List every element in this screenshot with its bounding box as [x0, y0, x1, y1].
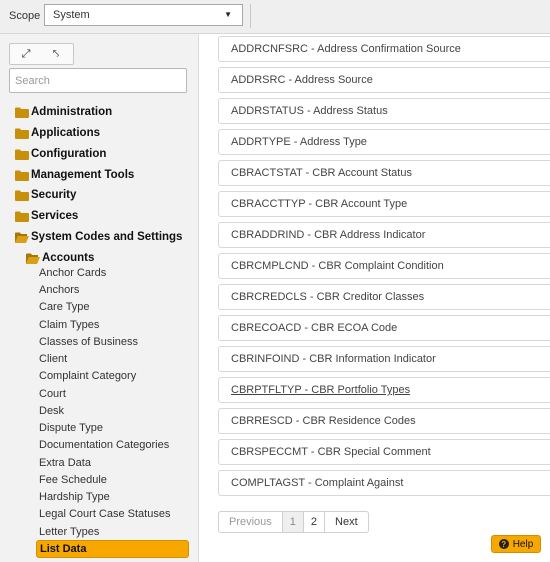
folder-label: Management Tools [31, 169, 135, 181]
tree-item-letter-types[interactable]: Letter Types [39, 526, 99, 538]
tree-item-documentation-categories[interactable]: Documentation Categories [39, 439, 169, 451]
list-item[interactable]: CBRCMPLCND - CBR Complaint Condition [218, 253, 550, 279]
folder-label: Services [31, 210, 79, 222]
tree-item-hardship-type[interactable]: Hardship Type [39, 491, 110, 503]
tree-folder-system-codes[interactable]: System Codes and Settings [15, 229, 182, 245]
folder-label: Administration [31, 106, 113, 118]
list-item[interactable]: CBRECOACD - CBR ECOA Code [218, 315, 550, 341]
question-icon: ? [498, 539, 509, 549]
list-item[interactable]: ADDRTYPE - Address Type [218, 129, 550, 155]
tree-folder-security[interactable]: Security [15, 187, 76, 203]
folder-icon [15, 149, 29, 160]
folder-label: Applications [31, 127, 101, 139]
tree-item-legal-court-case-statuses[interactable]: Legal Court Case Statuses [39, 508, 170, 520]
page-1-button[interactable]: 1 [282, 512, 304, 532]
folder-label: System Codes and Settings [31, 231, 183, 243]
scope-label: Scope [9, 10, 41, 22]
folder-icon [15, 190, 29, 201]
list-item-hovered[interactable]: CBRPTFLTYP - CBR Portfolio Types [218, 377, 550, 403]
list-item[interactable]: CBRRESCD - CBR Residence Codes [218, 408, 550, 434]
tree-item-list-data[interactable]: List Data [36, 540, 189, 558]
help-button[interactable]: ? Help [491, 535, 541, 553]
tree-item-anchors[interactable]: Anchors [39, 284, 79, 296]
list-item[interactable]: ADDRSTATUS - Address Status [218, 98, 550, 124]
tree-folder-accounts[interactable]: Accounts [26, 250, 94, 266]
list-item[interactable]: CBRSPECCMT - CBR Special Comment [218, 439, 550, 465]
page-2-button[interactable]: 2 [304, 512, 326, 532]
folder-icon [15, 128, 29, 139]
tree-item-extra-data[interactable]: Extra Data [39, 457, 91, 469]
list-item[interactable]: CBRACTSTAT - CBR Account Status [218, 160, 550, 186]
list-item[interactable]: ADDRSRC - Address Source [218, 67, 550, 93]
tree-folder-applications[interactable]: Applications [15, 125, 100, 141]
list-item[interactable]: COMPLTAGST - Complaint Against [218, 470, 550, 496]
pagination: Previous 1 2 Next [218, 511, 369, 533]
previous-page-button[interactable]: Previous [219, 512, 283, 532]
list-item[interactable]: CBRADDRIND - CBR Address Indicator [218, 222, 550, 248]
tree-folder-administration[interactable]: Administration [15, 104, 112, 120]
search-input[interactable] [9, 68, 187, 93]
tree-item-anchor-cards[interactable]: Anchor Cards [39, 267, 106, 279]
tree-toolbar: ⤢ ⤣ [9, 43, 74, 65]
folder-open-icon [26, 253, 40, 264]
folder-label: Configuration [31, 148, 107, 160]
folder-icon [15, 211, 29, 222]
next-page-button[interactable]: Next [325, 512, 368, 532]
divider [250, 4, 251, 28]
folder-label: Accounts [42, 252, 95, 264]
folder-icon [15, 107, 29, 118]
list-item[interactable]: ADDRCNFSRC - Address Confirmation Source [218, 36, 550, 62]
navigation-panel: ⤢ ⤣ Administration Applications Configur… [0, 34, 199, 562]
tree-item-client[interactable]: Client [39, 353, 67, 365]
help-label: Help [512, 538, 534, 550]
tree-item-fee-schedule[interactable]: Fee Schedule [39, 474, 107, 486]
tree-item-court[interactable]: Court [39, 388, 66, 400]
collapse-all-icon[interactable]: ⤣ [48, 47, 64, 61]
tree-item-complaint-category[interactable]: Complaint Category [39, 370, 136, 382]
folder-label: Security [31, 189, 77, 201]
scope-select[interactable]: System ▼ [44, 4, 243, 26]
expand-all-icon[interactable]: ⤢ [18, 47, 34, 61]
tree-folder-management-tools[interactable]: Management Tools [15, 167, 134, 183]
scope-bar: Scope System ▼ [0, 0, 550, 34]
tree-folder-configuration[interactable]: Configuration [15, 146, 106, 162]
scope-value: System [53, 9, 90, 21]
tree-item-claim-types[interactable]: Claim Types [39, 319, 99, 331]
caret-down-icon: ▼ [224, 10, 232, 19]
folder-icon [15, 170, 29, 181]
tree-item-desk[interactable]: Desk [39, 405, 64, 417]
tree-folder-services[interactable]: Services [15, 208, 78, 224]
folder-open-icon [15, 232, 29, 243]
list-item[interactable]: CBRINFOIND - CBR Information Indicator [218, 346, 550, 372]
list-item[interactable]: CBRCREDCLS - CBR Creditor Classes [218, 284, 550, 310]
tree-item-classes-of-business[interactable]: Classes of Business [39, 336, 138, 348]
tree-item-dispute-type[interactable]: Dispute Type [39, 422, 103, 434]
list-item[interactable]: CBRACCTTYP - CBR Account Type [218, 191, 550, 217]
tree-item-care-type[interactable]: Care Type [39, 301, 90, 313]
